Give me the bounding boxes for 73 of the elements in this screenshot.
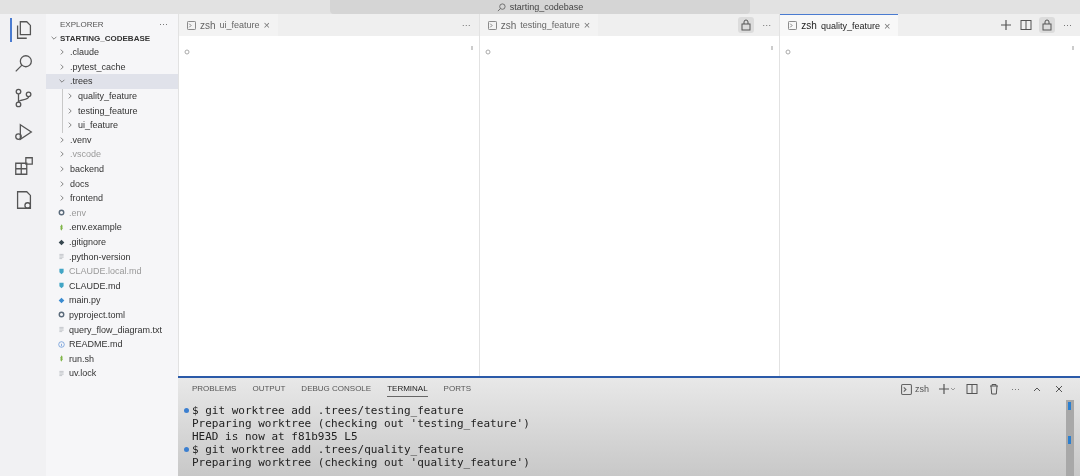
- command-status-dot: [184, 408, 189, 413]
- folder-item[interactable]: .venv: [46, 132, 178, 148]
- dollar-file-icon: [58, 223, 65, 231]
- file-item[interactable]: run.sh: [46, 351, 178, 367]
- file-item[interactable]: README.md: [46, 336, 178, 352]
- dollar-file-icon: [58, 355, 65, 363]
- cursor-icon: [184, 49, 190, 55]
- more-actions-button[interactable]: ···: [760, 20, 774, 30]
- workspace-root-folder[interactable]: STARTING_CODEBASE: [46, 31, 178, 45]
- panel-tab[interactable]: PORTS: [443, 381, 472, 397]
- chevron-down-icon: [58, 77, 66, 86]
- panel-tab[interactable]: PROBLEMS: [192, 381, 237, 397]
- file-item[interactable]: .env.example: [46, 220, 178, 235]
- info-file-icon: [58, 340, 65, 348]
- folder-item[interactable]: frontend: [46, 190, 178, 206]
- terminal-selector[interactable]: zsh: [901, 383, 929, 395]
- gear-file-icon: [58, 311, 65, 319]
- terminal-icon: [187, 20, 196, 30]
- file-item[interactable]: main.py: [46, 293, 178, 308]
- text-file-icon: [58, 326, 65, 334]
- chevron-down-icon: [50, 34, 58, 42]
- folder-item[interactable]: testing_feature: [46, 103, 178, 118]
- trash-icon[interactable]: [987, 382, 1001, 396]
- panel-tab[interactable]: TERMINAL: [387, 381, 428, 397]
- file-item[interactable]: pyproject.toml: [46, 307, 178, 323]
- terminal-output: Preparing worktree (checking out 'testing_feature'): [192, 417, 530, 430]
- folder-item[interactable]: docs: [46, 176, 178, 191]
- file-item[interactable]: query_flow_diagram.txt: [46, 322, 178, 337]
- more-actions-button[interactable]: ···: [157, 19, 170, 29]
- editor-tab[interactable]: zsh ui_feature ×: [179, 14, 279, 36]
- command-center-search[interactable]: starting_codebase: [330, 0, 750, 14]
- terminal-command: $ git worktree add .trees/testing_feature: [192, 404, 464, 417]
- text-file-icon: [58, 369, 65, 377]
- terminal-command: $ git worktree add .trees/quality_feature: [192, 443, 464, 456]
- panel-tab[interactable]: OUTPUT: [252, 381, 286, 397]
- diamond-file-icon: [58, 238, 65, 246]
- plus-icon[interactable]: [999, 18, 1013, 32]
- folder-item[interactable]: quality_feature: [46, 88, 178, 104]
- terminal-output: Preparing worktree (checking out 'quality_feature'): [192, 456, 530, 469]
- editor-tab[interactable]: zsh quality_feature ×: [780, 14, 899, 36]
- folder-item[interactable]: ui_feature: [46, 117, 178, 133]
- terminal-icon: [487, 20, 497, 30]
- gear-file-icon: [58, 209, 65, 217]
- more-actions-button[interactable]: ···: [459, 20, 473, 30]
- terminal-output: HEAD is now at f81b935 L5: [192, 430, 358, 443]
- close-tab-button[interactable]: ×: [883, 19, 891, 32]
- cursor-icon: [484, 49, 491, 55]
- more-actions-button[interactable]: ···: [1061, 20, 1074, 30]
- file-item[interactable]: uv.lock: [46, 366, 178, 381]
- command-status-dot: [184, 447, 189, 452]
- editor-tab[interactable]: zsh testing_feature ×: [479, 14, 599, 36]
- folder-item[interactable]: backend: [46, 161, 178, 177]
- text-file-icon: [58, 253, 65, 261]
- more-actions-button[interactable]: ···: [1009, 384, 1022, 394]
- explorer-title: EXPLORER: [60, 19, 104, 29]
- panel-tab[interactable]: DEBUG CONSOLE: [301, 381, 372, 397]
- folder-item[interactable]: .trees: [46, 74, 178, 89]
- new-terminal-icon[interactable]: [937, 382, 957, 396]
- search-icon: [496, 2, 506, 12]
- split-terminal-icon[interactable]: [965, 382, 979, 396]
- close-tab-button[interactable]: ×: [263, 19, 271, 31]
- terminal-icon: [788, 21, 798, 30]
- file-item[interactable]: .python-version: [46, 249, 178, 264]
- folder-item[interactable]: .claude: [46, 45, 178, 60]
- lock-icon[interactable]: [1039, 17, 1055, 33]
- split-editor-icon[interactable]: [1019, 18, 1033, 32]
- folder-item[interactable]: .pytest_cache: [46, 59, 178, 75]
- file-item[interactable]: CLAUDE.md: [46, 278, 178, 294]
- file-item[interactable]: .gitignore: [46, 234, 178, 250]
- cursor-icon: [785, 49, 792, 55]
- close-tab-button[interactable]: ×: [583, 19, 591, 31]
- lock-icon[interactable]: [738, 17, 755, 33]
- python-file-icon: [58, 296, 65, 304]
